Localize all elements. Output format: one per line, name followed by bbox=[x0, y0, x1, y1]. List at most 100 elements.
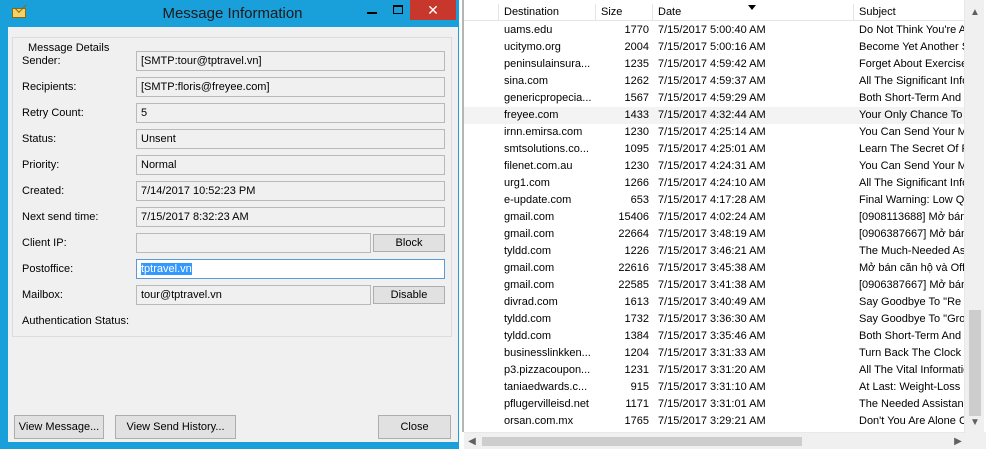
size-cell: 1226 bbox=[624, 245, 649, 257]
subject-cell: Forget About Exercise bbox=[859, 58, 966, 70]
size-cell: 1204 bbox=[624, 347, 649, 359]
table-row[interactable]: freyee.com 1433 7/15/2017 4:32:44 AM Your O… bbox=[464, 107, 966, 124]
size-cell: 1095 bbox=[624, 143, 649, 155]
date-cell: 7/15/2017 3:31:10 AM bbox=[658, 381, 766, 393]
size-cell: 1567 bbox=[624, 92, 649, 104]
table-row[interactable]: filenet.com.au 1230 7/15/2017 4:24:31 AM Yo… bbox=[464, 158, 966, 175]
grid-header: Destination Size Date Subject bbox=[464, 4, 966, 21]
table-row[interactable]: divrad.com 1613 7/15/2017 3:40:49 AM Say Go… bbox=[464, 294, 966, 311]
table-row[interactable]: genericpropecia... 1567 7/15/2017 4:59:29 … bbox=[464, 90, 966, 107]
mailbox-field[interactable]: tour@tptravel.vn bbox=[136, 285, 371, 305]
table-row[interactable]: sina.com 1262 7/15/2017 4:59:37 AM All The … bbox=[464, 73, 966, 90]
postoffice-field[interactable]: tptravel.vn bbox=[136, 259, 445, 279]
sender-label: Sender: bbox=[22, 55, 61, 67]
destination-cell: peninsulainsura... bbox=[504, 58, 591, 70]
table-row[interactable]: tyldd.com 1732 7/15/2017 3:36:30 AM Say Goo… bbox=[464, 311, 966, 328]
size-cell: 1266 bbox=[624, 177, 649, 189]
table-row[interactable]: gmail.com 22585 7/15/2017 3:41:38 AM [09063… bbox=[464, 277, 966, 294]
scrollbar-corner bbox=[966, 432, 986, 449]
date-cell: 7/15/2017 4:17:28 AM bbox=[658, 194, 766, 206]
table-row[interactable]: smtsolutions.co... 1095 7/15/2017 4:25:01 … bbox=[464, 141, 966, 158]
destination-cell: gmail.com bbox=[504, 211, 555, 223]
table-row[interactable]: gmail.com 15406 7/15/2017 4:02:24 AM [09081… bbox=[464, 209, 966, 226]
postoffice-label: Postoffice: bbox=[22, 263, 74, 275]
subject-cell: [0906387667] Mở bán bbox=[859, 228, 966, 240]
table-row[interactable]: orsan.com.mx 1765 7/15/2017 3:29:21 AM Don'… bbox=[464, 413, 966, 430]
date-cell: 7/15/2017 4:24:31 AM bbox=[658, 160, 766, 172]
table-row[interactable]: pflugervilleisd.net 1171 7/15/2017 3:31:01… bbox=[464, 396, 966, 413]
scroll-right-icon[interactable]: ▶ bbox=[950, 433, 966, 450]
scroll-down-icon[interactable]: ▼ bbox=[965, 414, 985, 431]
table-row[interactable]: e-update.com 653 7/15/2017 4:17:28 AM Final… bbox=[464, 192, 966, 209]
destination-cell: urg1.com bbox=[504, 177, 550, 189]
destination-cell: p3.pizzacoupon... bbox=[504, 364, 591, 376]
table-row[interactable]: tyldd.com 1226 7/15/2017 3:46:21 AM The Muc… bbox=[464, 243, 966, 260]
size-cell: 653 bbox=[630, 194, 649, 206]
date-cell: 7/15/2017 4:59:37 AM bbox=[658, 75, 766, 87]
scroll-up-icon[interactable]: ▲ bbox=[965, 4, 985, 21]
destination-cell: orsan.com.mx bbox=[504, 415, 574, 427]
horizontal-scrollbar[interactable]: ◀ ▶ bbox=[464, 432, 966, 449]
table-row[interactable]: peninsulainsura... 1235 7/15/2017 4:59:42 … bbox=[464, 56, 966, 73]
message-queue-grid: Destination Size Date Subject uams.edu 17… bbox=[462, 0, 989, 449]
date-cell: 7/15/2017 4:24:10 AM bbox=[658, 177, 766, 189]
date-cell: 7/15/2017 5:00:40 AM bbox=[658, 24, 766, 36]
table-row[interactable]: p3.pizzacoupon... 1231 7/15/2017 3:31:20 A… bbox=[464, 362, 966, 379]
table-row[interactable]: gmail.com 22616 7/15/2017 3:45:38 AM Mở bán… bbox=[464, 260, 966, 277]
date-cell: 7/15/2017 3:41:38 AM bbox=[658, 279, 766, 291]
size-cell: 1613 bbox=[624, 296, 649, 308]
destination-cell: gmail.com bbox=[504, 262, 555, 274]
scroll-left-icon[interactable]: ◀ bbox=[464, 433, 480, 450]
column-header-subject[interactable]: Subject bbox=[854, 4, 966, 21]
column-header-blank bbox=[464, 4, 499, 21]
close-window-button[interactable]: ✕ bbox=[410, 0, 456, 20]
table-row[interactable]: businesslinkken... 1204 7/15/2017 3:31:33 … bbox=[464, 345, 966, 362]
table-row[interactable]: gmail.com 22664 7/15/2017 3:48:19 AM [09063… bbox=[464, 226, 966, 243]
maximize-button[interactable] bbox=[384, 0, 411, 20]
size-cell: 915 bbox=[630, 381, 649, 393]
table-row[interactable]: ucitymo.org 2004 7/15/2017 5:00:16 AM Becom… bbox=[464, 39, 966, 56]
vertical-scroll-thumb[interactable] bbox=[969, 310, 981, 416]
size-cell: 1171 bbox=[625, 398, 649, 410]
minimize-button[interactable] bbox=[358, 0, 385, 20]
next-send-time-field[interactable]: 7/15/2017 8:32:23 AM bbox=[136, 207, 445, 227]
title-bar[interactable]: Message Information ✕ bbox=[0, 0, 459, 27]
date-cell: 7/15/2017 3:35:46 AM bbox=[658, 330, 766, 342]
subject-cell: [0908113688] Mở bán bbox=[859, 211, 966, 223]
priority-field[interactable]: Normal bbox=[136, 155, 445, 175]
recipients-field[interactable]: [SMTP:floris@freyee.com] bbox=[136, 77, 445, 97]
view-message-button[interactable]: View Message... bbox=[14, 415, 104, 439]
maximize-icon bbox=[392, 5, 403, 14]
retry-count-field[interactable]: 5 bbox=[136, 103, 445, 123]
client-ip-field[interactable] bbox=[136, 233, 371, 253]
subject-cell: Turn Back The Clock bbox=[859, 347, 962, 359]
date-cell: 7/15/2017 4:32:44 AM bbox=[658, 109, 766, 121]
message-information-dialog: Message Information ✕ Message Details Se… bbox=[0, 0, 459, 449]
date-cell: 7/15/2017 5:00:16 AM bbox=[658, 41, 766, 53]
date-cell: 7/15/2017 3:31:33 AM bbox=[658, 347, 766, 359]
column-header-size[interactable]: Size bbox=[596, 4, 653, 21]
table-row[interactable]: uams.edu 1770 7/15/2017 5:00:40 AM Do Not T… bbox=[464, 22, 966, 39]
view-send-history-button[interactable]: View Send History... bbox=[115, 415, 236, 439]
date-cell: 7/15/2017 3:48:19 AM bbox=[658, 228, 766, 240]
sender-field[interactable]: [SMTP:tour@tptravel.vn] bbox=[136, 51, 445, 71]
table-row[interactable]: tyldd.com 1384 7/15/2017 3:35:46 AM Both Sh… bbox=[464, 328, 966, 345]
column-header-destination[interactable]: Destination bbox=[499, 4, 596, 21]
status-field[interactable]: Unsent bbox=[136, 129, 445, 149]
horizontal-scroll-thumb[interactable] bbox=[482, 437, 802, 446]
subject-cell: You Can Send Your M bbox=[859, 126, 966, 138]
block-button[interactable]: Block bbox=[373, 234, 445, 252]
created-field[interactable]: 7/14/2017 10:52:23 PM bbox=[136, 181, 445, 201]
subject-cell: Become Yet Another S bbox=[859, 41, 966, 53]
table-row[interactable]: irnn.emirsa.com 1230 7/15/2017 4:25:14 AM Y… bbox=[464, 124, 966, 141]
vertical-scrollbar[interactable]: ▲ ▼ bbox=[964, 0, 984, 432]
disable-button[interactable]: Disable bbox=[373, 286, 445, 304]
size-cell: 1230 bbox=[624, 126, 649, 138]
close-button[interactable]: Close bbox=[378, 415, 451, 439]
destination-cell: taniaedwards.c... bbox=[504, 381, 588, 393]
size-cell: 1384 bbox=[624, 330, 649, 342]
mailbox-label: Mailbox: bbox=[22, 289, 63, 301]
table-row[interactable]: taniaedwards.c... 915 7/15/2017 3:31:10 AM… bbox=[464, 379, 966, 396]
priority-label: Priority: bbox=[22, 159, 60, 171]
table-row[interactable]: urg1.com 1266 7/15/2017 4:24:10 AM All The … bbox=[464, 175, 966, 192]
